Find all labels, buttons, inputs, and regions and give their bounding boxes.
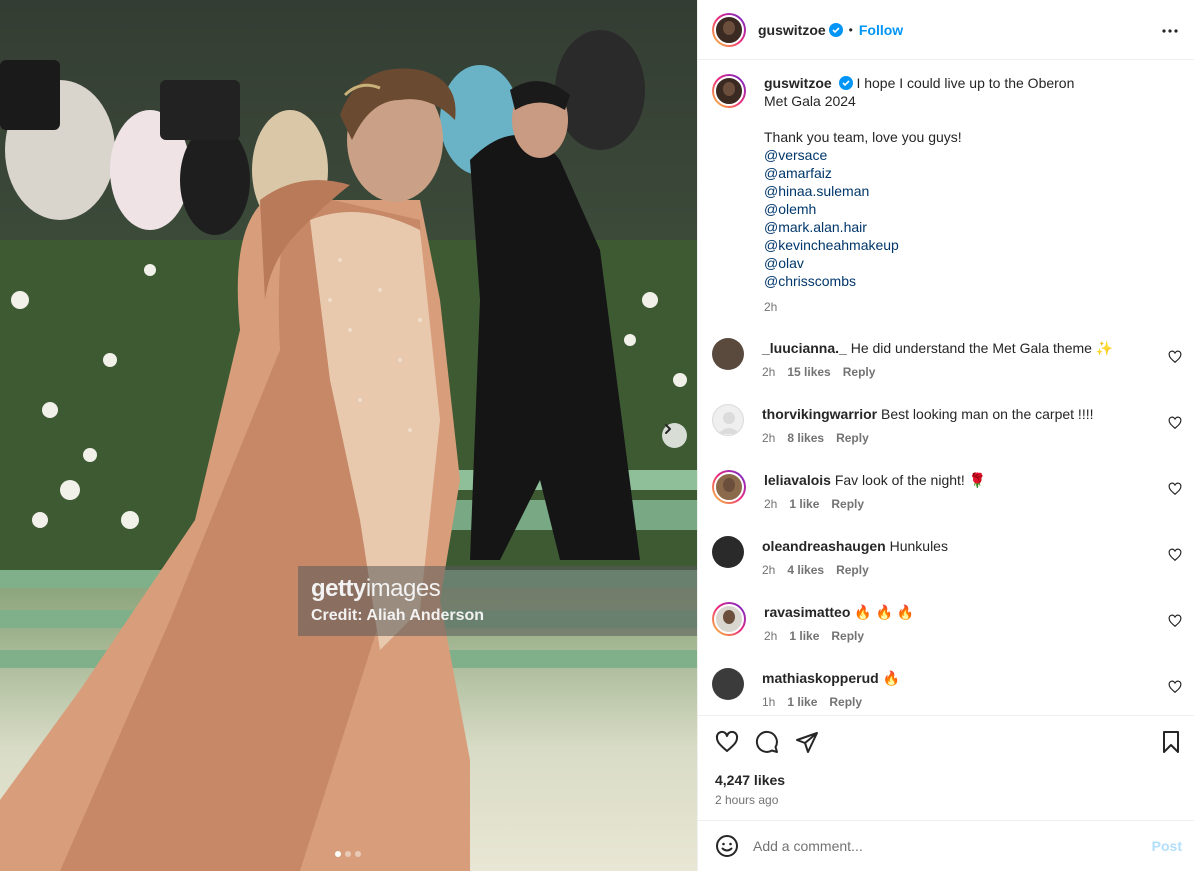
separator-dot: • [848,22,853,37]
comment-text: Best looking man on the carpet !!!! [881,406,1094,422]
default-avatar-icon [718,412,740,434]
commenter-username[interactable]: ravasimatteo [764,604,850,620]
comments-section[interactable]: guswitzoe I hope I could live up to the … [698,60,1194,715]
action-bar: 4,247 likes 2 hours ago [698,715,1194,820]
mention-link[interactable]: @mark.alan.hair [764,218,1094,236]
photo-illustration [0,0,697,871]
mention-link[interactable]: @versace [764,146,1094,164]
follow-button[interactable]: Follow [859,22,903,38]
watermark-logo: gettyimages [311,575,441,602]
comment-item: _luucianna._ He did understand the Met G… [712,338,1182,398]
likes-count[interactable]: 4,247 likes [715,772,785,788]
comment-text: Fav look of the night! 🌹 [834,472,987,488]
carousel-dot [335,851,341,857]
more-options-icon[interactable] [1161,22,1179,40]
commenter-avatar[interactable] [712,536,744,568]
post-comment-button[interactable]: Post [1152,838,1182,854]
heart-icon[interactable] [1168,350,1182,364]
comment-text: 🔥 🔥 🔥 [854,604,915,620]
reply-button[interactable]: Reply [831,629,864,643]
mention-link[interactable]: @kevincheahmakeup [764,236,1094,254]
mention-link[interactable]: @olemh [764,200,1094,218]
commenter-avatar[interactable] [712,668,744,700]
heart-icon[interactable] [1168,416,1182,430]
verified-badge-icon [828,22,843,37]
comment-time: 2h [762,563,776,577]
comment-time: 2h [764,497,778,511]
carousel-dot [355,851,361,857]
reply-button[interactable]: Reply [836,431,869,445]
post-side-panel: guswitzoe • Follow guswitzoe I hope I co… [697,0,1194,871]
author-avatar[interactable] [712,12,746,47]
post-caption: guswitzoe I hope I could live up to the … [712,74,1172,316]
heart-icon[interactable] [1168,548,1182,562]
carousel-dots [335,851,361,857]
comment-time: 2h [762,365,776,379]
comment-time: 2h [762,431,776,445]
bookmark-icon[interactable] [1159,730,1183,754]
chevron-right-icon [665,424,671,434]
comment-text: He did understand the Met Gala theme ✨ [850,340,1114,356]
mention-link[interactable]: @hinaa.suleman [764,182,1094,200]
commenter-username[interactable]: mathiaskopperud [762,670,879,686]
smiley-face-icon[interactable] [715,834,739,858]
author-username[interactable]: guswitzoe [758,22,826,38]
comment-likes[interactable]: 8 likes [787,431,824,445]
caption-username[interactable]: guswitzoe [764,75,832,91]
heart-icon[interactable] [1168,614,1182,628]
comment-likes[interactable]: 1 like [789,629,819,643]
comment-item: leliavalois Fav look of the night! 🌹 2h … [712,470,1182,530]
comment-text: Hunkules [889,538,948,554]
comment-likes[interactable]: 1 like [787,695,817,709]
mention-link[interactable]: @olav [764,254,1094,272]
watermark-credit: Credit: Aliah Anderson [311,607,485,624]
commenter-username[interactable]: leliavalois [764,472,831,488]
comment-likes[interactable]: 1 like [789,497,819,511]
add-comment-bar: Post [698,820,1194,871]
comment-text: 🔥 [882,670,901,686]
comment-time: 1h [762,695,776,709]
comment-item: mathiaskopperud 🔥 1h 1 like Reply [712,668,1182,715]
carousel-dot [345,851,351,857]
comment-item: ravasimatteo 🔥 🔥 🔥 2h 1 like Reply [712,602,1182,662]
post-media[interactable]: gettyimages Credit: Aliah Anderson [0,0,697,871]
reply-button[interactable]: Reply [829,695,862,709]
comment-likes[interactable]: 15 likes [787,365,830,379]
commenter-avatar[interactable] [712,470,746,504]
comment-bubble-icon[interactable] [755,730,779,754]
caption-thanks: Thank you team, love you guys! [764,129,962,145]
comment-time: 2h [764,629,778,643]
paper-plane-icon[interactable] [795,730,819,754]
post-header: guswitzoe • Follow [698,0,1194,60]
verified-badge-icon [838,76,853,90]
commenter-avatar[interactable] [712,404,744,436]
heart-icon[interactable] [1168,482,1182,496]
comment-likes[interactable]: 4 likes [787,563,824,577]
commenter-avatar[interactable] [712,338,744,370]
heart-icon[interactable] [715,730,739,754]
reply-button[interactable]: Reply [836,563,869,577]
comment-item: oleandreashaugen Hunkules 2h 4 likes Rep… [712,536,1182,596]
post-timestamp[interactable]: 2 hours ago [715,793,778,807]
commenter-username[interactable]: thorvikingwarrior [762,406,877,422]
commenter-avatar[interactable] [712,602,746,636]
commenter-username[interactable]: oleandreashaugen [762,538,886,554]
comment-item: thorvikingwarrior Best looking man on th… [712,404,1182,464]
caption-time: 2h [764,300,778,314]
getty-watermark: gettyimages Credit: Aliah Anderson [298,566,697,636]
comment-input[interactable] [753,838,1133,854]
heart-icon[interactable] [1168,680,1182,694]
commenter-username[interactable]: _luucianna._ [762,340,847,356]
reply-button[interactable]: Reply [843,365,876,379]
mention-link[interactable]: @chrisscombs [764,272,1094,290]
reply-button[interactable]: Reply [831,497,864,511]
caption-author-avatar[interactable] [712,74,746,108]
mention-link[interactable]: @amarfaiz [764,164,1094,182]
next-image-button[interactable] [662,423,687,448]
